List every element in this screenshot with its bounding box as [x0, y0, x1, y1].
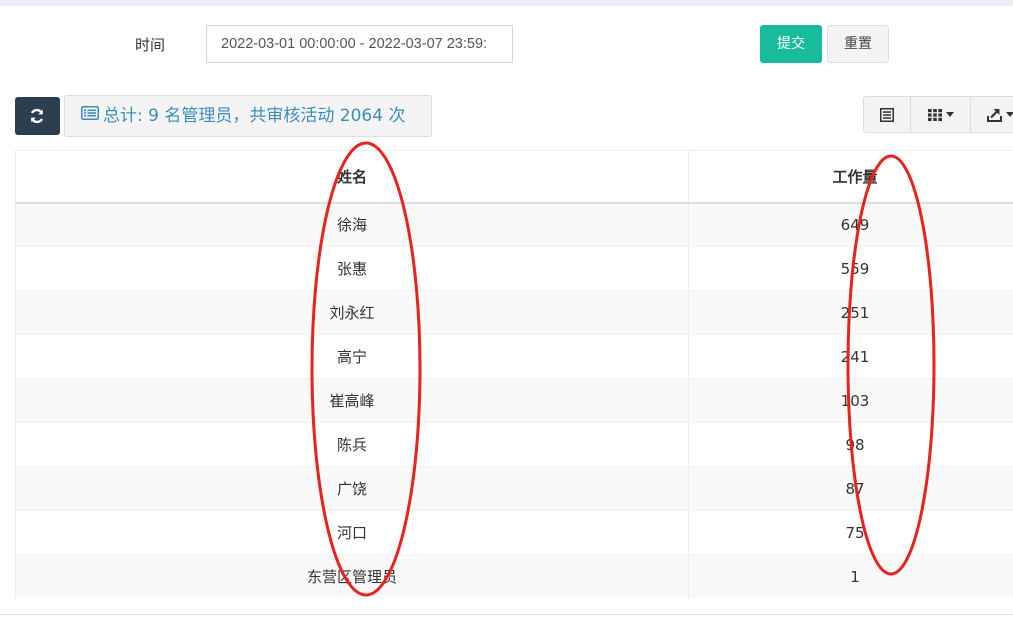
- admin-workload-table: 姓名 工作量 徐海 649 张惠 559 刘永红 251 高宁 241 崔高峰: [15, 150, 1013, 599]
- cell-name: 刘永红: [15, 290, 689, 335]
- cell-workload: 75: [688, 510, 1013, 555]
- time-label: 时间: [135, 36, 166, 54]
- summary-prefix: 总计:: [103, 106, 143, 126]
- export-icon: [986, 108, 1002, 122]
- cell-name: 徐海: [15, 202, 689, 247]
- table-header-row: 姓名 工作量: [15, 150, 1013, 204]
- cell-workload: 98: [688, 422, 1013, 467]
- table-row: 高宁 241: [15, 334, 1013, 379]
- cell-name: 崔高峰: [15, 378, 689, 423]
- table-row: 徐海 649: [15, 202, 1013, 247]
- refresh-button[interactable]: [15, 97, 60, 135]
- table-row: 崔高峰 103: [15, 378, 1013, 423]
- cell-name: 高宁: [15, 334, 689, 379]
- column-header-workload[interactable]: 工作量: [688, 150, 1013, 204]
- list-alt-icon: [81, 95, 99, 135]
- cell-name: 河口: [15, 510, 689, 555]
- refresh-icon: [30, 108, 44, 124]
- table-row: 河口 75: [15, 510, 1013, 555]
- cell-workload: 1: [688, 554, 1013, 599]
- table-row: 陈兵 98: [15, 422, 1013, 467]
- card-view-button[interactable]: [863, 96, 911, 133]
- cell-workload: 103: [688, 378, 1013, 423]
- table-toolbar: [863, 96, 1013, 133]
- reset-button[interactable]: 重置: [827, 25, 889, 63]
- cell-workload: 87: [688, 466, 1013, 511]
- table-row: 东营区管理员 1: [15, 554, 1013, 599]
- chevron-down-icon: [945, 112, 954, 117]
- date-range-input[interactable]: 2022-03-01 00:00:00 - 2022-03-07 23:59:: [206, 25, 513, 63]
- cell-name: 广饶: [15, 466, 689, 511]
- columns-grid-icon: [927, 108, 942, 121]
- export-button[interactable]: [970, 96, 1013, 133]
- cell-workload: 251: [688, 290, 1013, 335]
- submit-button[interactable]: 提交: [760, 25, 822, 63]
- cell-name: 东营区管理员: [15, 554, 689, 599]
- table-row: 张惠 559: [15, 246, 1013, 291]
- bottom-divider: [0, 614, 1013, 615]
- table-row: 广饶 87: [15, 466, 1013, 511]
- table-row: 刘永红 251: [15, 290, 1013, 335]
- cell-workload: 559: [688, 246, 1013, 291]
- cell-name: 张惠: [15, 246, 689, 291]
- summary-box: 总计: 9 名管理员，共审核活动 2064 次: [64, 95, 432, 137]
- cell-workload: 649: [688, 202, 1013, 247]
- top-strip: [0, 0, 1013, 6]
- chevron-down-icon: [1005, 112, 1013, 117]
- cell-name: 陈兵: [15, 422, 689, 467]
- summary-text: 9 名管理员，共审核活动 2064 次: [142, 106, 406, 126]
- cell-workload: 241: [688, 334, 1013, 379]
- column-header-name[interactable]: 姓名: [15, 150, 689, 204]
- card-view-icon: [880, 107, 894, 122]
- columns-button[interactable]: [910, 96, 971, 133]
